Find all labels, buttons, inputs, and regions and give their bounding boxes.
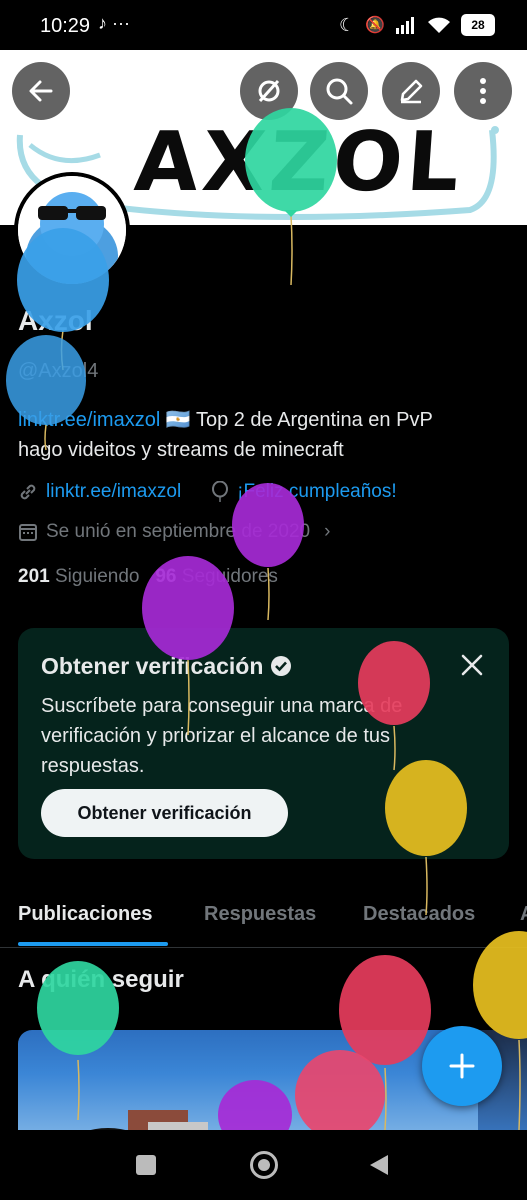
close-card-button[interactable] bbox=[457, 650, 487, 680]
get-verified-button[interactable]: Obtener verificación bbox=[41, 789, 288, 837]
suggestion-card[interactable] bbox=[18, 1030, 488, 1140]
birthday-link[interactable]: ¡Feliz cumpleaños! bbox=[237, 481, 396, 503]
balloon-icon bbox=[212, 481, 229, 502]
suggestion-card-image bbox=[74, 1110, 208, 1140]
verification-card-title-row: Obtener verificación bbox=[41, 653, 292, 680]
followers-label: Seguidores bbox=[181, 566, 278, 587]
following-count: 201 bbox=[18, 566, 50, 587]
verification-card: Obtener verificación Suscríbete para con… bbox=[18, 628, 509, 859]
wifi-icon bbox=[428, 17, 450, 33]
system-navigation-bar bbox=[0, 1130, 527, 1200]
banner-title: AXZOL bbox=[131, 115, 467, 210]
hide-button[interactable] bbox=[240, 62, 298, 120]
profile-handle: @Axzol4 bbox=[18, 360, 99, 382]
joined-date: Se unió en septiembre de 2020 bbox=[46, 521, 311, 542]
notification-icons: ♪ ··· bbox=[98, 13, 130, 33]
website-link[interactable]: linktr.ee/imaxzol bbox=[46, 481, 181, 503]
eye-slash-icon bbox=[258, 79, 280, 103]
signal-icon bbox=[396, 17, 414, 34]
avatar[interactable] bbox=[14, 172, 130, 288]
home-dot bbox=[258, 1159, 270, 1171]
active-tab-indicator bbox=[18, 942, 168, 946]
battery-indicator: 28 bbox=[461, 14, 495, 36]
profile-tabs: Publicaciones Respuestas Destacados A bbox=[0, 885, 527, 948]
silent-icon: 🔕 bbox=[365, 17, 385, 34]
compose-button[interactable] bbox=[422, 1026, 502, 1106]
who-to-follow-title: A quién seguir bbox=[18, 966, 184, 993]
joined-row[interactable]: Se unió en septiembre de 2020 › bbox=[18, 521, 330, 543]
search-icon bbox=[326, 78, 353, 105]
balloon-purple-1 bbox=[232, 483, 304, 621]
chevron-right-icon: › bbox=[324, 521, 331, 542]
avatar-image bbox=[18, 176, 126, 284]
plus-icon bbox=[449, 1053, 475, 1079]
edit-button[interactable] bbox=[382, 62, 440, 120]
tab-replies[interactable]: Respuestas bbox=[204, 903, 316, 926]
status-time: 10:29 bbox=[40, 15, 91, 37]
profile-bio: linktr.ee/imaxzol 🇦🇷 Top 2 de Argentina … bbox=[18, 405, 518, 465]
verified-badge-icon bbox=[270, 656, 291, 676]
follow-counts: 201 Siguiendo 96 Seguidores bbox=[18, 566, 278, 588]
followers-count: 96 bbox=[155, 566, 177, 587]
status-bar: 10:29 ♪ ··· ☾ 🔕 28 bbox=[0, 0, 527, 50]
more-vertical-icon bbox=[480, 78, 486, 104]
search-button[interactable] bbox=[310, 62, 368, 120]
profile-name: Axzol bbox=[18, 305, 93, 336]
close-icon bbox=[461, 654, 483, 676]
moon-icon: ☾ bbox=[338, 14, 356, 35]
tab-next[interactable]: A bbox=[520, 903, 527, 926]
bio-text-2: hago videitos y streams de minecraft bbox=[18, 439, 344, 461]
recents-button[interactable] bbox=[136, 1155, 156, 1175]
status-right-icons: ☾ 🔕 28 bbox=[339, 14, 495, 36]
home-button[interactable] bbox=[250, 1151, 278, 1179]
verification-card-title: Obtener verificación bbox=[41, 653, 264, 679]
back-arrow-icon bbox=[29, 80, 53, 102]
followers-link[interactable]: 96 Seguidores bbox=[155, 566, 278, 587]
bio-link[interactable]: linktr.ee/imaxzol bbox=[18, 409, 160, 431]
verification-card-text: Suscríbete para conseguir una marca de v… bbox=[41, 695, 403, 777]
tab-highlights[interactable]: Destacados bbox=[363, 903, 475, 926]
bio-text-1: Top 2 de Argentina en PvP bbox=[195, 409, 433, 431]
calendar-icon bbox=[19, 524, 37, 541]
tab-posts[interactable]: Publicaciones bbox=[18, 903, 153, 926]
following-link[interactable]: 201 Siguiendo bbox=[18, 566, 145, 587]
flag-icon: 🇦🇷 bbox=[165, 409, 191, 431]
back-nav-button[interactable] bbox=[368, 1153, 390, 1177]
profile-meta-links: linktr.ee/imaxzol ¡Feliz cumpleaños! bbox=[18, 481, 397, 503]
following-label: Siguiendo bbox=[54, 566, 140, 587]
pencil-icon bbox=[400, 79, 423, 104]
more-button[interactable] bbox=[454, 62, 512, 120]
link-icon bbox=[20, 484, 36, 500]
back-button[interactable] bbox=[12, 62, 70, 120]
